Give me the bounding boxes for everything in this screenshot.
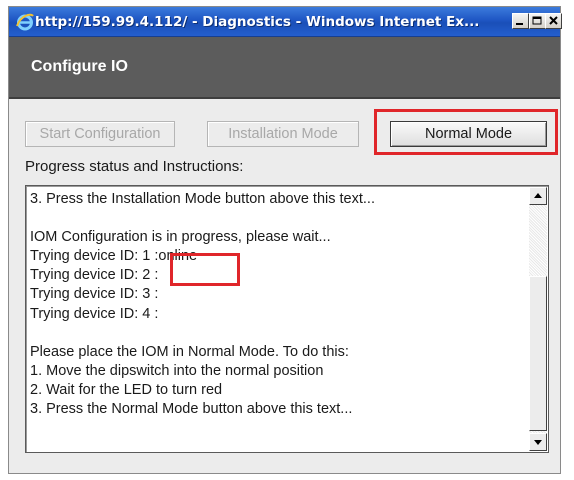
scroll-down-button[interactable] xyxy=(529,433,547,451)
normal-mode-highlight-box xyxy=(374,109,558,155)
minimize-icon xyxy=(516,23,523,25)
close-icon xyxy=(549,16,558,25)
start-configuration-button[interactable]: Start Configuration xyxy=(25,121,175,147)
progress-label: Progress status and Instructions: xyxy=(25,158,244,175)
vertical-scrollbar[interactable] xyxy=(529,187,547,451)
progress-line: IOM Configuration is in progress, please… xyxy=(30,229,331,246)
minimize-button[interactable] xyxy=(512,13,529,29)
progress-line: Trying device ID: 2 : xyxy=(30,267,159,284)
progress-line: 3. Press the Installation Mode button ab… xyxy=(30,191,375,207)
maximize-button[interactable] xyxy=(529,13,546,29)
progress-line: 2. Wait for the LED to turn red xyxy=(30,381,223,398)
arrow-down-icon xyxy=(534,440,542,445)
progress-line: 3. Press the Normal Mode button above th… xyxy=(30,401,353,418)
title-bar[interactable]: http://159.99.4.112/ - Diagnostics - Win… xyxy=(9,7,562,37)
arrow-up-icon xyxy=(534,193,542,198)
progress-text: 3. Press the Installation Mode button ab… xyxy=(30,190,520,419)
window-title: http://159.99.4.112/ - Diagnostics - Win… xyxy=(35,14,480,30)
dialog-header: Configure IO xyxy=(9,37,560,99)
dialog-title: Configure IO xyxy=(31,58,128,75)
progress-textarea[interactable]: 3. Press the Installation Mode button ab… xyxy=(25,185,549,453)
ie-icon xyxy=(15,12,35,32)
close-button[interactable] xyxy=(545,13,562,29)
maximize-icon xyxy=(532,16,542,25)
progress-line: Trying device ID: 1 :online xyxy=(30,248,198,265)
progress-line xyxy=(30,324,520,343)
progress-line: Please place the IOM in Normal Mode. To … xyxy=(30,343,349,360)
scroll-thumb[interactable] xyxy=(529,276,547,431)
online-status-highlight-box xyxy=(170,253,240,286)
progress-line xyxy=(30,209,520,228)
progress-line: 1. Move the dipswitch into the normal po… xyxy=(30,362,324,379)
progress-line: Trying device ID: 4 : xyxy=(30,305,159,322)
installation-mode-button[interactable]: Installation Mode xyxy=(207,121,359,147)
scroll-up-button[interactable] xyxy=(529,187,547,205)
progress-line: Trying device ID: 3 : xyxy=(30,286,159,303)
